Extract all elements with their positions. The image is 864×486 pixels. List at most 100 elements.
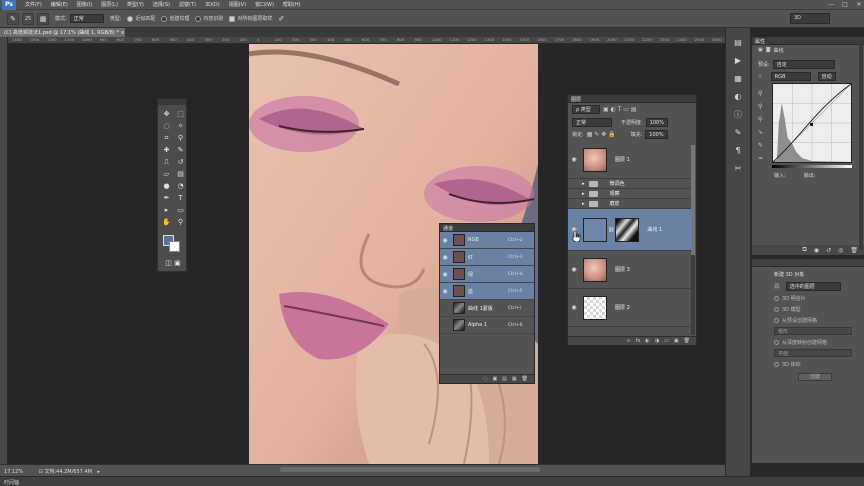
background-color-swatch[interactable]: [169, 241, 180, 252]
marquee-tool-icon[interactable]: ⬚: [174, 108, 187, 120]
save-selection-icon[interactable]: ▣: [492, 376, 497, 382]
shape-tool-icon[interactable]: ▭: [174, 204, 187, 216]
visibility-icon[interactable]: ◎: [838, 247, 843, 254]
channel-row[interactable]: ◉ 绿 Ctrl+4: [440, 266, 534, 283]
menu-view[interactable]: 视图(V): [229, 1, 246, 8]
load-selection-icon[interactable]: ◌: [483, 376, 487, 382]
visibility-eye-icon[interactable]: ◉: [440, 288, 450, 295]
brush-size-picker[interactable]: 25: [22, 12, 34, 25]
near-match-radio[interactable]: [127, 15, 134, 22]
channel-row[interactable]: ◉ 蓝 Ctrl+5: [440, 283, 534, 300]
visibility-eye-icon[interactable]: ◉: [440, 237, 450, 244]
adjustments-panel-icon[interactable]: ◐: [726, 88, 750, 106]
eyedropper-black-icon[interactable]: ⚲: [758, 87, 763, 100]
hand-tool-icon[interactable]: ✋: [160, 216, 173, 228]
properties-tab[interactable]: 属性: [752, 37, 864, 45]
delete-adjustment-icon[interactable]: 🗑: [850, 247, 858, 254]
right-panel-scrollbar[interactable]: [859, 40, 863, 250]
new-group-icon[interactable]: ▭: [664, 338, 669, 344]
clone-stamp-icon[interactable]: ⎍: [160, 156, 173, 168]
volume-radio[interactable]: [774, 362, 779, 367]
eyedropper-white-icon[interactable]: ⚲: [758, 113, 763, 126]
auto-button[interactable]: 自动: [817, 71, 836, 81]
info-panel-icon[interactable]: ⓘ: [726, 106, 750, 124]
expand-group-chevron-icon[interactable]: ▸: [582, 191, 585, 197]
channel-row[interactable]: 曲线 1蒙版 Ctrl+\: [440, 300, 534, 317]
tools-preset-icon[interactable]: ✂: [726, 160, 750, 178]
channel-select[interactable]: RGB: [770, 71, 811, 81]
expand-group-chevron-icon[interactable]: ▸: [582, 181, 585, 187]
quick-mask-icon[interactable]: ◫ ▣: [161, 257, 185, 269]
history-brush-icon[interactable]: ↺: [174, 156, 187, 168]
adjustment-layer-icon[interactable]: ◑: [655, 338, 659, 344]
menu-filter[interactable]: 滤镜(T): [179, 1, 196, 8]
filter-icons[interactable]: ▣ ◐ T ▭ ▤: [603, 106, 637, 113]
layer-row[interactable]: ▸ 观察: [568, 189, 692, 199]
zoom-readout[interactable]: 17.12%: [4, 469, 23, 475]
brush-settings-icon[interactable]: ▦: [37, 12, 49, 25]
blur-tool-icon[interactable]: ●: [160, 180, 173, 192]
postcard-radio[interactable]: [774, 296, 779, 301]
preset-mesh-radio[interactable]: [774, 318, 779, 323]
workspace-select[interactable]: 3D: [790, 13, 830, 24]
layer-row[interactable]: ▸ 微调色: [568, 179, 692, 189]
menu-layer[interactable]: 图层(L): [101, 1, 118, 8]
clip-to-layer-icon[interactable]: ⧉: [803, 246, 807, 254]
eyedropper-icon[interactable]: ⚲: [174, 132, 187, 144]
opacity-field[interactable]: 100%: [645, 117, 668, 127]
blend-mode-select[interactable]: 正常: [572, 117, 612, 127]
lasso-tool-icon[interactable]: ◌: [160, 120, 173, 132]
lock-icons[interactable]: ▦ ✎ ✥ 🔒: [587, 131, 616, 138]
paragraph-panel-icon[interactable]: ¶: [726, 142, 750, 160]
menu-select[interactable]: 选择(S): [153, 1, 170, 8]
eyedropper-gray-icon[interactable]: ⚲: [758, 100, 763, 113]
actions-panel-icon[interactable]: ▶: [726, 52, 750, 70]
pressure-icon[interactable]: ✐: [278, 15, 284, 23]
new-channel-icon[interactable]: ▤: [502, 376, 507, 382]
horizontal-scrollbar[interactable]: [280, 467, 540, 472]
move-tool-icon[interactable]: ✥: [160, 108, 173, 120]
close-window-button[interactable]: ✕: [854, 1, 864, 9]
zoom-tool-icon[interactable]: ⚲: [174, 216, 187, 228]
doc-info-icon[interactable]: ⊡: [39, 469, 43, 475]
menu-window[interactable]: 窗口(W): [255, 1, 274, 8]
layer-visibility-eye-icon[interactable]: ◉: [568, 266, 580, 273]
brush-tool-icon[interactable]: ✎: [174, 144, 187, 156]
minimize-button[interactable]: —: [826, 1, 836, 9]
layer-row[interactable]: ▸ 磨皮: [568, 199, 692, 209]
menu-help[interactable]: 帮助(H): [283, 1, 301, 8]
target-adjust-icon[interactable]: ☝: [758, 73, 762, 80]
create-texture-radio[interactable]: [161, 15, 168, 22]
menu-type[interactable]: 类型(Y): [127, 1, 144, 8]
healing-brush-tool-icon[interactable]: ✚: [160, 144, 173, 156]
content-aware-radio[interactable]: [195, 15, 202, 22]
add-mask-icon[interactable]: ◐: [645, 338, 649, 344]
layer-row[interactable]: ◉ 图层 2: [568, 289, 692, 327]
quick-select-icon[interactable]: ✧: [174, 120, 187, 132]
maximize-button[interactable]: □: [840, 1, 850, 9]
channel-row[interactable]: Alpha 1 Ctrl+6: [440, 317, 534, 334]
source-select[interactable]: 选中的图层: [785, 282, 841, 291]
gradient-icon[interactable]: ▤: [174, 168, 187, 180]
create-3d-button[interactable]: 创建: [798, 373, 832, 381]
channel-mask-icon[interactable]: ▦: [512, 376, 517, 382]
curves-graph[interactable]: [772, 83, 852, 163]
preset-mesh-select[interactable]: 帽形: [774, 327, 852, 335]
mask-link-icon[interactable]: ⛓: [608, 227, 614, 233]
document-tab[interactable]: (C) 高低频技法1.psd @ 17.1% (曲线 1, RGB/8) * ×: [0, 28, 125, 37]
depth-map-select[interactable]: 平面: [774, 349, 852, 357]
history-panel-icon[interactable]: ▤: [726, 34, 750, 52]
pencil-draw-icon[interactable]: ✎: [758, 139, 763, 152]
layer-visibility-eye-icon[interactable]: ◉: [568, 304, 580, 311]
layer-mask-thumbnail[interactable]: [615, 217, 640, 242]
layers-scrollbar[interactable]: [691, 145, 695, 335]
smooth-icon[interactable]: ≈: [758, 152, 763, 165]
timeline-bar[interactable]: 时间轴: [0, 476, 864, 486]
type-tool-icon[interactable]: T: [174, 192, 187, 204]
visibility-eye-icon[interactable]: ◉: [440, 271, 450, 278]
status-menu-arrow[interactable]: ▸: [98, 469, 101, 475]
curve-edit-icon[interactable]: ∿: [758, 126, 763, 139]
visibility-eye-icon[interactable]: ◉: [440, 254, 450, 261]
sample-all-layers-checkbox[interactable]: [229, 15, 236, 22]
model-radio[interactable]: [774, 307, 779, 312]
